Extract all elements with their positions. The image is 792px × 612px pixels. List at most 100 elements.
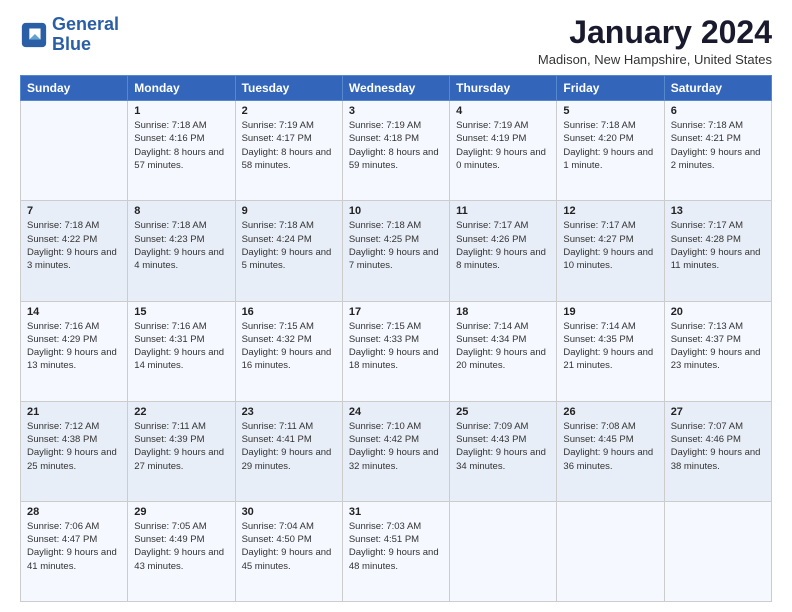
day-info: Sunrise: 7:03 AMSunset: 4:51 PMDaylight:… (349, 520, 443, 573)
day-number: 22 (134, 406, 228, 418)
week-row-0: 1 Sunrise: 7:18 AMSunset: 4:16 PMDaylight… (21, 101, 772, 201)
calendar-cell: 24Sunrise: 7:10 AMSunset: 4:42 PMDayligh… (342, 401, 449, 501)
day-number: 8 (134, 205, 228, 217)
day-info: Sunrise: 7:18 AMSunset: 4:21 PMDaylight:… (671, 119, 765, 172)
day-number: 2 (242, 105, 336, 117)
weekday-wednesday: Wednesday (342, 76, 449, 101)
calendar-cell: 6 Sunrise: 7:18 AMSunset: 4:21 PMDaylight… (664, 101, 771, 201)
day-info: Sunrise: 7:19 AMSunset: 4:18 PMDaylight:… (349, 119, 443, 172)
calendar-cell: 14 Sunrise: 7:16 AMSunset: 4:29 PMDayligh… (21, 301, 128, 401)
day-number: 6 (671, 105, 765, 117)
week-row-1: 7 Sunrise: 7:18 AMSunset: 4:22 PMDaylight… (21, 201, 772, 301)
calendar-cell (450, 501, 557, 601)
day-info: Sunrise: 7:11 AMSunset: 4:39 PMDaylight:… (134, 420, 228, 473)
calendar-cell: 1 Sunrise: 7:18 AMSunset: 4:16 PMDaylight… (128, 101, 235, 201)
day-info: Sunrise: 7:19 AMSunset: 4:19 PMDaylight:… (456, 119, 550, 172)
calendar-cell: 26 Sunrise: 7:08 AMSunset: 4:45 PMDayligh… (557, 401, 664, 501)
day-number: 4 (456, 105, 550, 117)
header: General Blue January 2024 Madison, New H… (20, 15, 772, 67)
calendar-cell: 31 Sunrise: 7:03 AMSunset: 4:51 PMDayligh… (342, 501, 449, 601)
logo-line2: Blue (52, 34, 91, 54)
week-row-3: 21Sunrise: 7:12 AMSunset: 4:38 PMDayligh… (21, 401, 772, 501)
day-number: 19 (563, 306, 657, 318)
weekday-saturday: Saturday (664, 76, 771, 101)
month-title: January 2024 (538, 15, 772, 50)
day-info: Sunrise: 7:15 AMSunset: 4:33 PMDaylight:… (349, 320, 443, 373)
day-number: 11 (456, 205, 550, 217)
calendar-cell: 9 Sunrise: 7:18 AMSunset: 4:24 PMDaylight… (235, 201, 342, 301)
day-number: 15 (134, 306, 228, 318)
day-info: Sunrise: 7:18 AMSunset: 4:20 PMDaylight:… (563, 119, 657, 172)
day-number: 26 (563, 406, 657, 418)
day-number: 1 (134, 105, 228, 117)
calendar-cell: 7 Sunrise: 7:18 AMSunset: 4:22 PMDaylight… (21, 201, 128, 301)
day-number: 28 (27, 506, 121, 518)
day-number: 13 (671, 205, 765, 217)
calendar-cell: 23 Sunrise: 7:11 AMSunset: 4:41 PMDayligh… (235, 401, 342, 501)
day-number: 29 (134, 506, 228, 518)
calendar-cell: 11 Sunrise: 7:17 AMSunset: 4:26 PMDayligh… (450, 201, 557, 301)
day-number: 30 (242, 506, 336, 518)
day-number: 7 (27, 205, 121, 217)
day-info: Sunrise: 7:16 AMSunset: 4:31 PMDaylight:… (134, 320, 228, 373)
logo: General Blue (20, 15, 119, 55)
calendar-cell: 16 Sunrise: 7:15 AMSunset: 4:32 PMDayligh… (235, 301, 342, 401)
day-info: Sunrise: 7:08 AMSunset: 4:45 PMDaylight:… (563, 420, 657, 473)
calendar-cell: 18Sunrise: 7:14 AMSunset: 4:34 PMDayligh… (450, 301, 557, 401)
day-number: 20 (671, 306, 765, 318)
calendar-cell: 25Sunrise: 7:09 AMSunset: 4:43 PMDayligh… (450, 401, 557, 501)
day-info: Sunrise: 7:18 AMSunset: 4:24 PMDaylight:… (242, 219, 336, 272)
day-number: 5 (563, 105, 657, 117)
day-info: Sunrise: 7:17 AMSunset: 4:27 PMDaylight:… (563, 219, 657, 272)
day-number: 23 (242, 406, 336, 418)
day-number: 12 (563, 205, 657, 217)
day-number: 31 (349, 506, 443, 518)
day-info: Sunrise: 7:15 AMSunset: 4:32 PMDaylight:… (242, 320, 336, 373)
week-row-4: 28 Sunrise: 7:06 AMSunset: 4:47 PMDayligh… (21, 501, 772, 601)
calendar-cell: 10Sunrise: 7:18 AMSunset: 4:25 PMDayligh… (342, 201, 449, 301)
day-info: Sunrise: 7:05 AMSunset: 4:49 PMDaylight:… (134, 520, 228, 573)
calendar-table: SundayMondayTuesdayWednesdayThursdayFrid… (20, 75, 772, 602)
day-info: Sunrise: 7:17 AMSunset: 4:28 PMDaylight:… (671, 219, 765, 272)
weekday-friday: Friday (557, 76, 664, 101)
logo-icon (20, 21, 48, 49)
day-info: Sunrise: 7:06 AMSunset: 4:47 PMDaylight:… (27, 520, 121, 573)
day-info: Sunrise: 7:19 AMSunset: 4:17 PMDaylight:… (242, 119, 336, 172)
calendar-cell: 13 Sunrise: 7:17 AMSunset: 4:28 PMDayligh… (664, 201, 771, 301)
page: General Blue January 2024 Madison, New H… (0, 0, 792, 612)
calendar-cell: 2 Sunrise: 7:19 AMSunset: 4:17 PMDaylight… (235, 101, 342, 201)
day-number: 9 (242, 205, 336, 217)
calendar-cell: 3 Sunrise: 7:19 AMSunset: 4:18 PMDaylight… (342, 101, 449, 201)
logo-line1: General (52, 14, 119, 34)
calendar-cell: 27Sunrise: 7:07 AMSunset: 4:46 PMDayligh… (664, 401, 771, 501)
day-info: Sunrise: 7:04 AMSunset: 4:50 PMDaylight:… (242, 520, 336, 573)
calendar-cell: 20 Sunrise: 7:13 AMSunset: 4:37 PMDayligh… (664, 301, 771, 401)
day-info: Sunrise: 7:11 AMSunset: 4:41 PMDaylight:… (242, 420, 336, 473)
calendar-cell: 8 Sunrise: 7:18 AMSunset: 4:23 PMDaylight… (128, 201, 235, 301)
weekday-sunday: Sunday (21, 76, 128, 101)
location: Madison, New Hampshire, United States (538, 52, 772, 67)
calendar-cell: 30 Sunrise: 7:04 AMSunset: 4:50 PMDayligh… (235, 501, 342, 601)
day-number: 14 (27, 306, 121, 318)
day-info: Sunrise: 7:16 AMSunset: 4:29 PMDaylight:… (27, 320, 121, 373)
calendar-cell (21, 101, 128, 201)
day-info: Sunrise: 7:18 AMSunset: 4:23 PMDaylight:… (134, 219, 228, 272)
calendar-cell: 29 Sunrise: 7:05 AMSunset: 4:49 PMDayligh… (128, 501, 235, 601)
day-info: Sunrise: 7:14 AMSunset: 4:34 PMDaylight:… (456, 320, 550, 373)
day-number: 16 (242, 306, 336, 318)
calendar-cell: 4 Sunrise: 7:19 AMSunset: 4:19 PMDaylight… (450, 101, 557, 201)
calendar-cell: 22 Sunrise: 7:11 AMSunset: 4:39 PMDayligh… (128, 401, 235, 501)
day-number: 3 (349, 105, 443, 117)
weekday-header-row: SundayMondayTuesdayWednesdayThursdayFrid… (21, 76, 772, 101)
day-number: 24 (349, 406, 443, 418)
calendar-cell (664, 501, 771, 601)
day-info: Sunrise: 7:14 AMSunset: 4:35 PMDaylight:… (563, 320, 657, 373)
calendar-cell: 12 Sunrise: 7:17 AMSunset: 4:27 PMDayligh… (557, 201, 664, 301)
day-info: Sunrise: 7:17 AMSunset: 4:26 PMDaylight:… (456, 219, 550, 272)
day-number: 27 (671, 406, 765, 418)
logo-text: General Blue (52, 15, 119, 55)
day-info: Sunrise: 7:13 AMSunset: 4:37 PMDaylight:… (671, 320, 765, 373)
calendar-cell: 5 Sunrise: 7:18 AMSunset: 4:20 PMDaylight… (557, 101, 664, 201)
day-info: Sunrise: 7:18 AMSunset: 4:22 PMDaylight:… (27, 219, 121, 272)
day-info: Sunrise: 7:18 AMSunset: 4:16 PMDaylight:… (134, 119, 228, 172)
